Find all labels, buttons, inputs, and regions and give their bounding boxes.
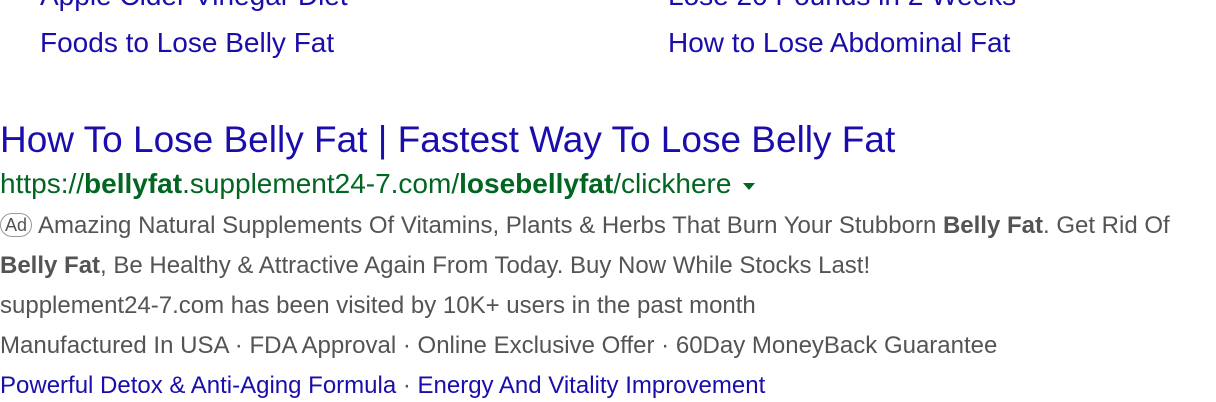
ad-description: Ad Amazing Natural Supplements Of Vitamin…	[0, 206, 1216, 286]
search-results-page: Apple Cider Vinegar Diet Lose 20 Pounds …	[0, 0, 1216, 402]
sitelink[interactable]: Energy And Vitality Improvement	[418, 372, 766, 399]
url-middle: .supplement24-7.com/	[182, 168, 460, 199]
url-prefix: https://	[0, 168, 85, 199]
desc-bold: Belly Fat	[942, 212, 1043, 239]
related-search-link[interactable]: Foods to Lose Belly Fat	[40, 26, 668, 60]
desc-text: . Get Rid Of	[1042, 212, 1170, 239]
ad-sitelinks: Powerful Detox & Anti-Aging Formula · En…	[0, 366, 1216, 402]
desc-text: Amazing Natural Supplements Of Vitamins,…	[38, 212, 943, 239]
related-search-link[interactable]: Apple Cider Vinegar Diet	[40, 0, 668, 13]
ad-display-url: https://bellyfat .supplement24-7.com/lose…	[0, 164, 1216, 204]
url-bold-segment: bellyfat	[84, 168, 183, 199]
url-bold-segment: losebellyfat	[459, 168, 614, 199]
ad-title-link[interactable]: How To Lose Belly Fat | Fastest Way To L…	[0, 116, 1216, 164]
related-searches-row: Apple Cider Vinegar Diet Lose 20 Pounds …	[40, 0, 1200, 13]
ad-result: How To Lose Belly Fat | Fastest Way To L…	[0, 116, 1216, 402]
desc-bold: Belly Fat	[0, 252, 101, 279]
ad-badge: Ad	[0, 213, 33, 237]
sitelink-separator: ·	[396, 372, 418, 399]
visit-stats: supplement24-7.com has been visited by 1…	[0, 292, 756, 319]
url-suffix: /clickhere	[613, 168, 732, 199]
related-search-link[interactable]: How to Lose Abdominal Fat	[668, 26, 1200, 60]
related-searches: Apple Cider Vinegar Diet Lose 20 Pounds …	[40, 0, 1200, 60]
ad-callouts: Manufactured In USA · FDA Approval · Onl…	[0, 332, 998, 359]
related-search-link[interactable]: Lose 20 Pounds in 2 Weeks	[668, 0, 1200, 13]
sitelink[interactable]: Powerful Detox & Anti-Aging Formula	[0, 372, 396, 399]
desc-text: , Be Healthy & Attractive Again From Tod…	[100, 252, 871, 279]
related-searches-row: Foods to Lose Belly Fat How to Lose Abdo…	[40, 13, 1200, 60]
dropdown-arrow-icon[interactable]	[743, 182, 756, 190]
